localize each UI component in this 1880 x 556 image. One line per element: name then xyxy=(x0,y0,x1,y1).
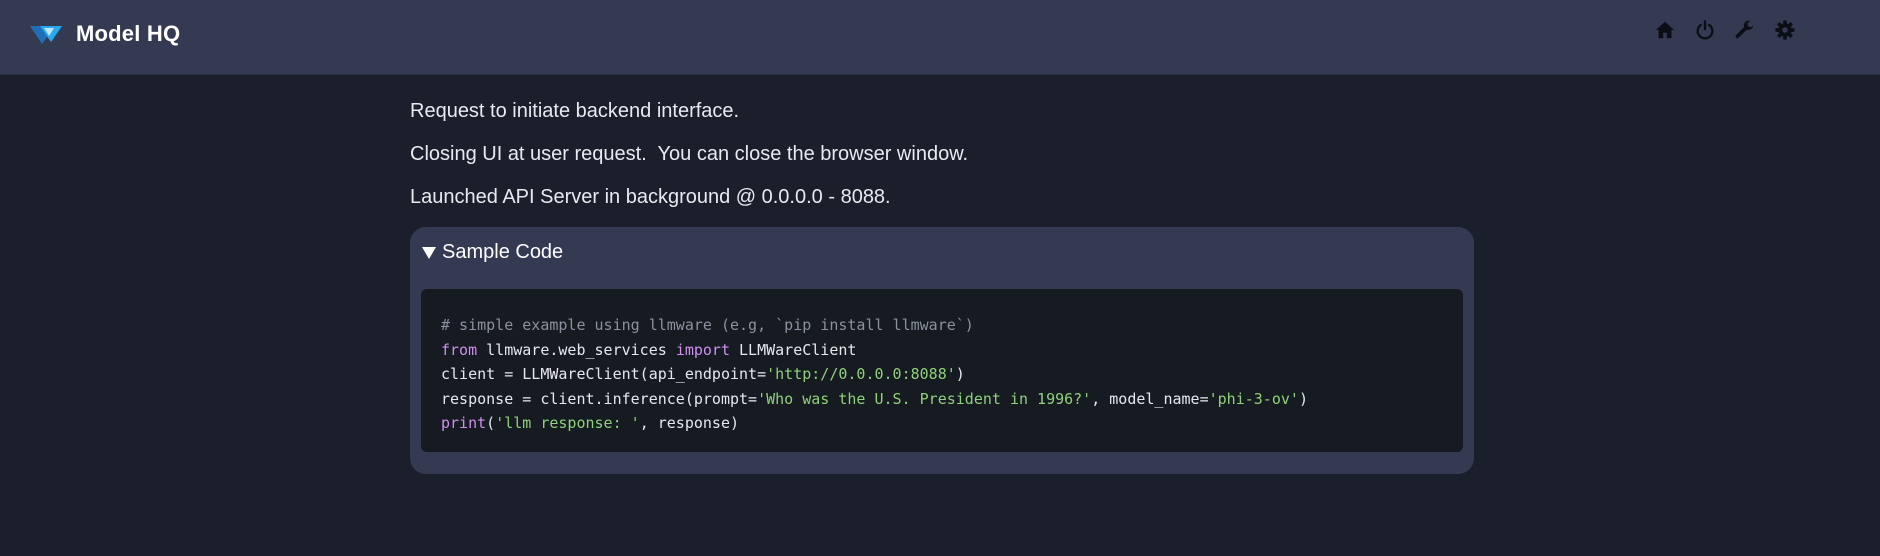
home-icon xyxy=(1655,21,1675,39)
code-text: response = client.inference(prompt= xyxy=(441,389,758,408)
code-text: , model_name= xyxy=(1091,389,1209,408)
code-comment: # simple example using llmware (e.g, `pi… xyxy=(441,316,974,334)
code-text: llmware.web_services xyxy=(477,340,676,359)
header-actions xyxy=(1652,17,1798,43)
disclosure-triangle-icon xyxy=(422,246,436,259)
code-text: # simple example using llmware (e.g, `pi… xyxy=(441,313,1308,436)
code-text: LLMWareClient xyxy=(730,340,857,359)
app-title: Model HQ xyxy=(76,21,181,46)
code-string: 'http://0.0.0.0:8088' xyxy=(766,365,956,383)
main-content: Request to initiate backend interface. C… xyxy=(410,100,1474,474)
code-text: client = LLMWareClient(api_endpoint= xyxy=(441,365,767,383)
top-navbar: Model HQ xyxy=(0,0,1880,75)
brand[interactable]: Model HQ xyxy=(30,21,180,47)
code-text: ) xyxy=(955,365,965,383)
status-message: Launched API Server in background @ 0.0.… xyxy=(410,186,891,208)
tools-button[interactable] xyxy=(1732,17,1758,43)
code-text: , response) xyxy=(639,414,740,432)
code-keyword: import xyxy=(675,340,730,359)
code-text: ) xyxy=(1298,389,1308,408)
status-message: Request to initiate backend interface. xyxy=(410,100,740,122)
wrench-icon xyxy=(1735,20,1754,39)
code-string: 'phi-3-ov' xyxy=(1208,389,1299,408)
status-message: Closing UI at user request. You can clos… xyxy=(410,143,969,165)
settings-button[interactable] xyxy=(1772,17,1798,43)
power-icon xyxy=(1696,20,1714,40)
code-string: 'llm response: ' xyxy=(495,414,640,432)
code-block[interactable]: # simple example using llmware (e.g, `pi… xyxy=(421,289,1463,452)
gear-icon xyxy=(1775,20,1795,40)
sample-code-panel: Sample Code # simple example using llmwa… xyxy=(410,227,1474,474)
code-text: ( xyxy=(486,414,496,432)
sample-code-toggle[interactable]: Sample Code xyxy=(422,241,563,264)
code-keyword: print xyxy=(441,414,487,432)
home-button[interactable] xyxy=(1652,17,1678,43)
code-string: 'Who was the U.S. President in 1996?' xyxy=(757,389,1092,408)
power-button[interactable] xyxy=(1692,17,1718,43)
model-hq-logo-icon xyxy=(30,26,62,44)
sample-code-summary: Sample Code xyxy=(442,241,564,263)
code-keyword: from xyxy=(441,340,478,359)
